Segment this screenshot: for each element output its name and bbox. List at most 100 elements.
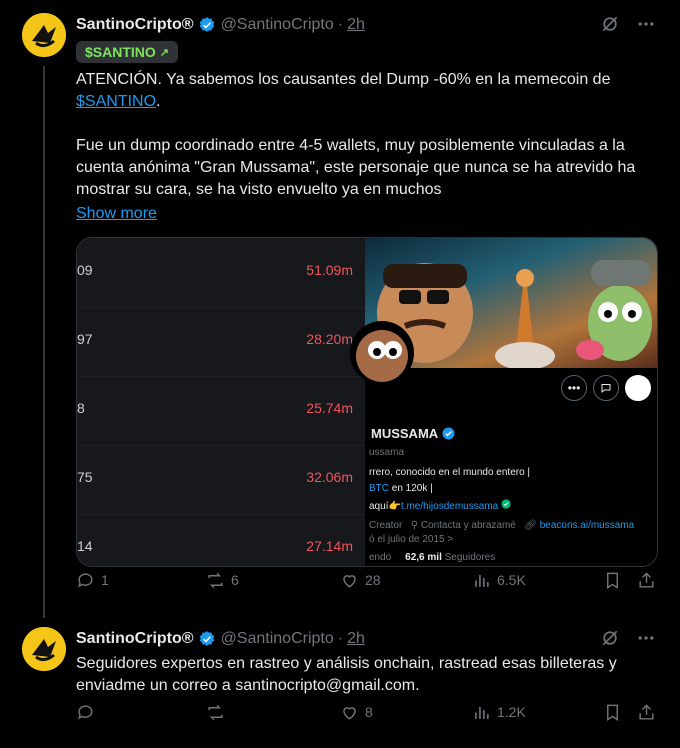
more-options-icon: ••• <box>561 375 587 401</box>
reply-icon <box>78 572 93 587</box>
grok-icon[interactable] <box>600 628 620 648</box>
views-count: 6.5K <box>497 572 526 588</box>
avatar[interactable] <box>22 13 66 57</box>
wallet-amount: 32.06m <box>306 469 353 485</box>
wallet-amount: 51.09m <box>306 262 353 278</box>
views-chart-icon <box>475 706 489 719</box>
profile-avatar-image <box>350 321 414 385</box>
profile-screenshot: ••• MUSSAMA ussama rrero, conocido en el… <box>350 238 657 566</box>
wallet-list-screenshot: 09 51.09m 97 28.20m 8 25.74m 75 32.06m 14 27.… <box>77 238 365 566</box>
cashtag-chip[interactable]: $SANTINO ↗ <box>76 41 179 63</box>
show-more-label: Show more <box>76 205 157 222</box>
thread-line <box>43 66 45 618</box>
avatar[interactable] <box>22 627 66 671</box>
tweet-text-part: . <box>156 93 161 110</box>
follow-button <box>625 375 651 401</box>
verified-badge-icon <box>199 631 214 646</box>
profile-following-label: endo <box>369 552 392 563</box>
profile-location: Contacta y abrazamé <box>420 520 516 531</box>
tweet-text-paragraph: Fue un dump coordinado entre 4-5 wallets… <box>76 137 640 198</box>
more-options-icon[interactable] <box>636 14 656 34</box>
share-icon <box>639 571 654 588</box>
profile-name: MUSSAMA <box>371 426 455 441</box>
profile-bio-line: aquí👉t.me/hijosdemussama <box>369 499 511 512</box>
reply-icon <box>78 704 93 719</box>
verified-link-icon <box>501 499 511 509</box>
reply-button[interactable]: 1 <box>76 571 109 590</box>
bookmark-icon <box>607 704 618 721</box>
avatar-logo-icon <box>22 13 66 57</box>
verified-badge-icon <box>199 17 214 32</box>
repost-button[interactable] <box>206 703 231 722</box>
wallet-id: 8 <box>77 400 85 416</box>
wallet-id: 97 <box>77 331 93 347</box>
tweet-header-actions <box>600 628 656 648</box>
tweet-header: SantinoCripto® @SantinoCripto · 2h <box>76 14 365 36</box>
message-icon <box>593 375 619 401</box>
bookmark-button[interactable] <box>603 703 622 722</box>
wallet-row: 09 51.09m <box>77 238 365 308</box>
avatar-logo-icon <box>22 627 66 671</box>
views-button[interactable]: 6.5K <box>472 571 526 590</box>
like-count: 28 <box>365 572 381 588</box>
heart-icon <box>343 706 356 720</box>
wallet-row: 75 32.06m <box>77 445 365 515</box>
cashtag-label: $SANTINO <box>85 44 156 60</box>
author-name[interactable]: SantinoCripto® <box>76 630 194 648</box>
bookmark-button[interactable] <box>603 571 622 590</box>
more-options-icon[interactable] <box>636 628 656 648</box>
profile-bio-line: BTC en 120k | <box>369 483 433 494</box>
author-handle[interactable]: @SantinoCripto <box>221 630 334 648</box>
tweet-media[interactable]: 09 51.09m 97 28.20m 8 25.74m 75 32.06m 14 27.… <box>76 237 658 567</box>
views-button[interactable]: 1.2K <box>472 703 526 722</box>
repost-count: 6 <box>231 572 239 588</box>
like-button[interactable]: 28 <box>340 571 381 590</box>
timestamp[interactable]: 2h <box>347 630 365 648</box>
tweet-text-part: ATENCIÓN. Ya sabemos los causantes del D… <box>76 71 615 88</box>
like-button[interactable]: 8 <box>340 703 373 722</box>
tweet-text: Seguidores expertos en rastreo y análisi… <box>76 655 622 694</box>
cashtag-link[interactable]: $SANTINO <box>76 93 156 110</box>
followers-count: 62,6 mil <box>405 552 442 563</box>
share-button[interactable] <box>637 703 656 722</box>
profile-name-text: MUSSAMA <box>371 426 439 441</box>
show-more-link[interactable]: Show more <box>76 203 157 225</box>
views-count: 1.2K <box>497 704 526 720</box>
heart-icon <box>343 574 356 588</box>
profile-bio-text: aquí👉 <box>369 501 401 512</box>
profile-meta-line: Creator ⚲ Contacta y abrazamé 🔗︎ beacons… <box>369 520 634 531</box>
separator-dot: · <box>337 16 344 33</box>
author-handle[interactable]: @SantinoCripto <box>221 16 334 34</box>
location-icon: ⚲ <box>410 520 419 531</box>
reply-button[interactable] <box>76 703 101 722</box>
profile-follow-counts: endo 62,6 mil Seguidores <box>369 552 495 563</box>
followers-label: Seguidores <box>444 552 496 563</box>
wallet-row: 8 25.74m <box>77 376 365 446</box>
profile-website-link: beacons.ai/mussama <box>539 520 635 531</box>
wallet-row: 14 27.14m <box>77 514 365 566</box>
profile-handle: ussama <box>369 447 405 458</box>
grok-icon[interactable] <box>600 14 620 34</box>
author-name[interactable]: SantinoCripto® <box>76 16 194 34</box>
profile-joined-date: ó el julio de 2015 > <box>369 534 454 545</box>
tweet-text: ATENCIÓN. Ya sabemos los causantes del D… <box>76 69 666 113</box>
separator-dot: · <box>337 630 344 647</box>
repost-icon <box>208 572 223 588</box>
timestamp[interactable]: 2h <box>347 16 365 34</box>
profile-bio-line: rrero, conocido en el mundo entero | <box>369 467 531 478</box>
wallet-row: 97 28.20m <box>77 307 365 377</box>
repost-button[interactable]: 6 <box>206 571 239 590</box>
share-button[interactable] <box>637 571 656 590</box>
wallet-amount: 27.14m <box>306 538 353 554</box>
wallet-id: 75 <box>77 469 93 485</box>
tweet-header-actions <box>600 14 656 34</box>
bookmark-icon <box>607 572 618 589</box>
wallet-amount: 28.20m <box>306 331 353 347</box>
profile-category: Creator <box>369 520 403 531</box>
wallet-id: 14 <box>77 538 93 554</box>
tweet-1[interactable]: SantinoCripto® @SantinoCripto · 2h $SANT… <box>0 0 680 618</box>
profile-bio-link: t.me/hijosdemussama <box>400 501 499 512</box>
like-count: 8 <box>365 704 373 720</box>
views-chart-icon <box>475 574 489 587</box>
share-icon <box>639 703 654 720</box>
